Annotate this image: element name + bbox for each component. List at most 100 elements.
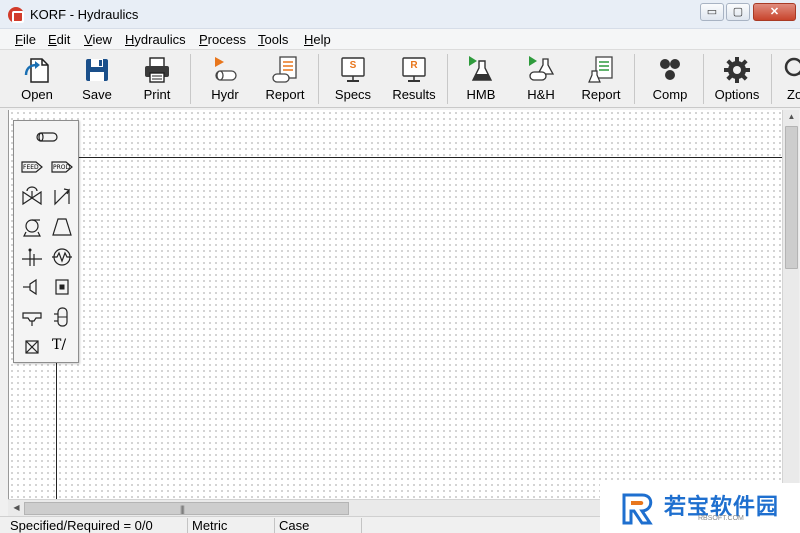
process-report-icon [588,56,613,83]
open-button[interactable]: Open [12,50,62,107]
zoom-label: Zo [787,87,800,102]
heat-exchanger-tool[interactable] [50,245,74,269]
crossed-box-icon [25,340,39,354]
process-report-button[interactable]: Report [576,50,626,107]
pump-tool[interactable] [20,215,44,239]
product-tool[interactable]: PROD [50,155,74,179]
horizontal-scroll-thumb[interactable]: ||| [24,502,349,515]
results-button[interactable]: R Results [388,50,440,107]
title-bar: KORF - Hydraulics ▭ ▢ ✕ [0,0,800,29]
menu-tools[interactable]: Tools [258,32,288,47]
save-icon [86,59,108,81]
print-button[interactable]: Print [132,50,182,107]
nozzle-icon [23,278,37,296]
drawing-canvas[interactable] [8,110,783,499]
report-label: Report [581,87,621,102]
pipe-tool[interactable] [35,125,59,149]
window-title: KORF - Hydraulics [30,7,139,22]
menu-view[interactable]: View [84,32,112,47]
feed-icon: FEED [21,161,43,173]
menu-file[interactable]: File [15,32,36,47]
watermark: 若宝软件园 RBSOFT.COM [600,483,800,533]
menu-bar: File Edit View Hydraulics Process Tools … [0,29,800,50]
compressor-tool[interactable] [50,215,74,239]
report-icon [272,56,297,83]
tee-junction-icon [22,312,42,326]
hydr-label: Hydr [211,87,239,102]
components-molecule-icon [660,59,680,80]
options-label: Options [714,87,760,102]
tee-tool[interactable] [20,305,44,329]
product-icon: PROD [51,161,73,173]
specs-badge: S [349,60,357,71]
pump-icon [23,219,41,237]
orifice-tool[interactable] [20,245,44,269]
check-valve-icon [54,188,70,206]
minimize-button[interactable]: ▭ [700,3,724,21]
specs-button[interactable]: S Specs [328,50,378,107]
close-button[interactable]: ✕ [753,3,796,21]
hmb-label: HMB [466,87,496,102]
horizontal-scrollbar[interactable]: ◀ ||| [8,499,608,516]
run-hydraulics-icon [215,57,237,81]
comp-label: Comp [652,87,688,102]
valve-tool[interactable] [20,185,44,209]
toolbar-separator [771,54,772,104]
orifice-icon [22,248,42,266]
equipment-tool[interactable] [50,275,74,299]
status-units: Metric [188,518,275,533]
feed-tool[interactable]: FEED [20,155,44,179]
pipe-icon [36,132,58,142]
scroll-grip: ||| [180,504,185,514]
vertical-scroll-thumb[interactable] [785,126,798,269]
nozzle-tool[interactable] [20,275,44,299]
toolbar-separator [634,54,635,104]
options-button[interactable]: Options [711,50,763,107]
menu-help[interactable]: Help [304,32,331,47]
h-and-h-label: H&H [527,87,555,102]
toolbar-separator [447,54,448,104]
vessel-tool[interactable] [50,305,74,329]
pipe-line-vertical[interactable] [56,360,57,499]
heat-exchanger-icon [52,248,72,266]
specs-label: Specs [334,87,372,102]
save-button[interactable]: Save [72,50,122,107]
run-hmb-flask-icon [469,56,493,81]
menu-process[interactable]: Process [199,32,246,47]
watermark-logo [622,493,653,525]
zoom-button[interactable]: Zo [778,50,800,107]
scroll-up-arrow[interactable]: ▲ [783,112,800,121]
watermark-subtext: RBSOFT.COM [698,515,744,522]
component-palette: FEED PROD T/ [13,120,79,363]
compressor-icon [52,218,72,236]
vertical-scrollbar[interactable]: ▲ [782,110,799,499]
menu-edit[interactable]: Edit [48,32,70,47]
pipe-line-horizontal[interactable] [79,157,783,158]
save-label: Save [82,87,112,102]
comp-button[interactable]: Comp [644,50,696,107]
misc-equipment-tool[interactable] [20,335,44,359]
gear-icon [724,57,750,83]
hydraulics-report-button[interactable]: Report [260,50,310,107]
maximize-button[interactable]: ▢ [726,3,750,21]
scroll-left-arrow[interactable]: ◀ [8,503,25,512]
toolbar-separator [703,54,704,104]
app-icon [8,7,24,23]
h-and-h-button[interactable]: H&H [516,50,566,107]
svg-text:PROD: PROD [53,164,71,171]
toolbar: Open Save Print Hydr Report S Specs R Re… [0,50,800,108]
check-valve-tool[interactable] [50,185,74,209]
vessel-icon [54,307,68,327]
results-label: Results [392,87,436,102]
toolbar-separator [318,54,319,104]
valve-icon [22,186,42,206]
hmb-button[interactable]: HMB [456,50,506,107]
hydr-button[interactable]: Hydr [200,50,250,107]
run-h-and-h-icon [529,56,555,81]
print-label: Print [143,87,171,102]
text-tool[interactable]: T/ [52,337,76,361]
open-label: Open [21,87,53,102]
menu-hydraulics[interactable]: Hydraulics [125,32,186,47]
status-case: Case [275,518,362,533]
toolbar-separator [190,54,191,104]
